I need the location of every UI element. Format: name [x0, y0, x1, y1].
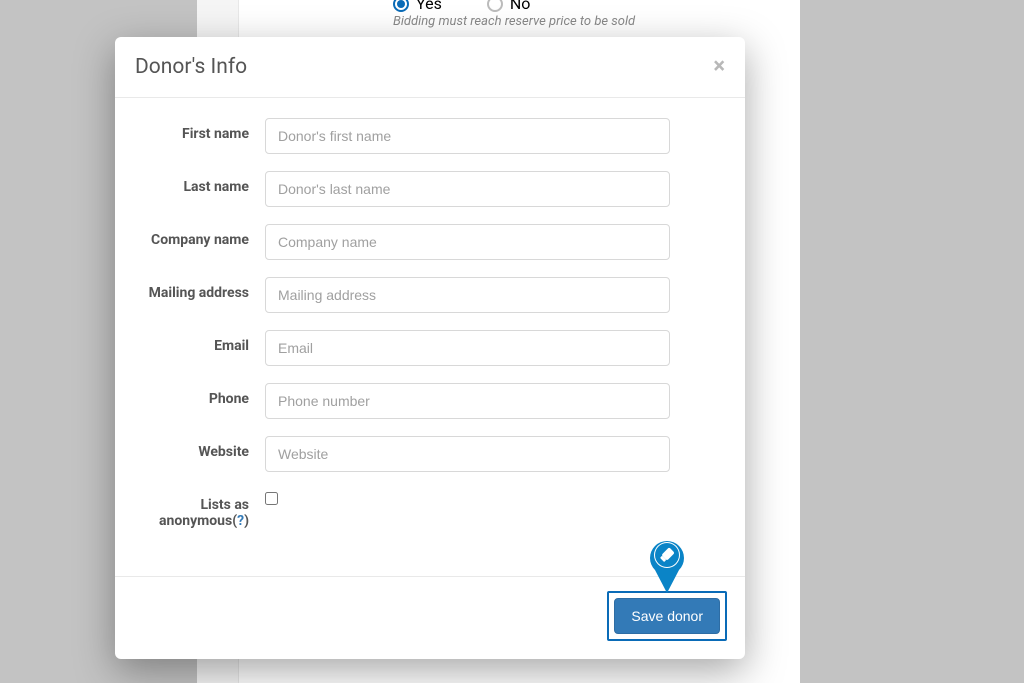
- phone-row: Phone: [135, 383, 670, 419]
- website-input[interactable]: [265, 436, 670, 472]
- mailing-address-input[interactable]: [265, 277, 670, 313]
- anonymous-row: Lists as anonymous(?): [135, 489, 670, 529]
- modal-footer: Save donor: [115, 576, 745, 659]
- phone-label: Phone: [135, 383, 265, 407]
- email-label: Email: [135, 330, 265, 354]
- first-name-row: First name: [135, 118, 670, 154]
- anonymous-checkbox[interactable]: [265, 492, 278, 505]
- modal-body: First name Last name Company name Mailin…: [115, 98, 745, 576]
- email-input[interactable]: [265, 330, 670, 366]
- website-label: Website: [135, 436, 265, 460]
- phone-input[interactable]: [265, 383, 670, 419]
- company-name-input[interactable]: [265, 224, 670, 260]
- last-name-label: Last name: [135, 171, 265, 195]
- save-donor-button[interactable]: Save donor: [614, 598, 720, 634]
- website-row: Website: [135, 436, 670, 472]
- modal-header: Donor's Info ×: [115, 37, 745, 98]
- company-name-row: Company name: [135, 224, 670, 260]
- email-row: Email: [135, 330, 670, 366]
- mailing-address-label: Mailing address: [135, 277, 265, 301]
- save-button-annotation: Save donor: [607, 591, 727, 641]
- donor-info-modal: Donor's Info × First name Last name Comp…: [115, 37, 745, 659]
- mailing-address-row: Mailing address: [135, 277, 670, 313]
- first-name-label: First name: [135, 118, 265, 142]
- modal-overlay: Donor's Info × First name Last name Comp…: [0, 0, 1024, 683]
- pointer-icon: [647, 535, 687, 593]
- modal-title: Donor's Info: [135, 55, 247, 79]
- first-name-input[interactable]: [265, 118, 670, 154]
- company-name-label: Company name: [135, 224, 265, 248]
- anonymous-label: Lists as anonymous(?): [135, 489, 265, 529]
- close-icon[interactable]: ×: [713, 56, 725, 78]
- last-name-row: Last name: [135, 171, 670, 207]
- last-name-input[interactable]: [265, 171, 670, 207]
